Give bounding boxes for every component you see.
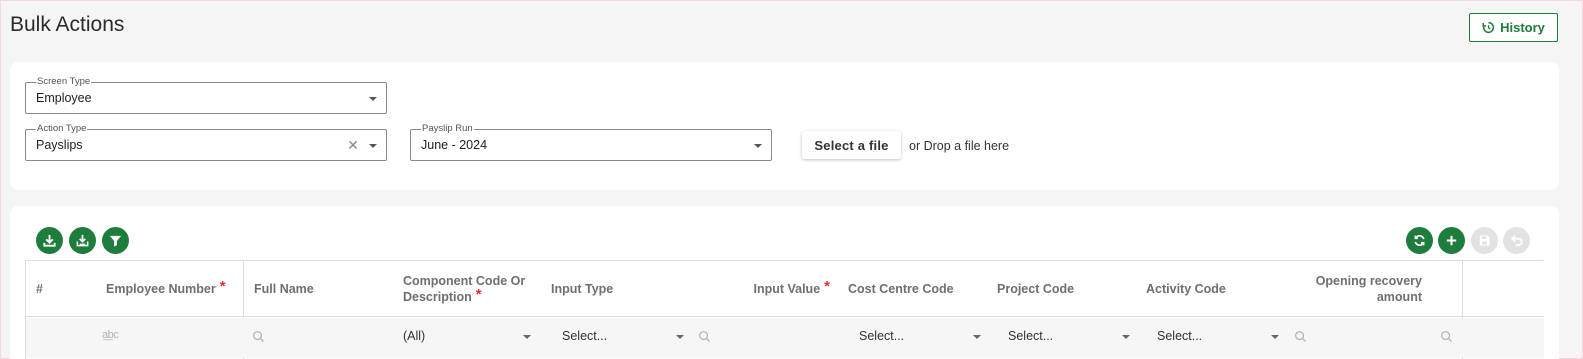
search-icon	[1295, 331, 1307, 343]
search-icon	[699, 331, 711, 343]
column-header-opening-recovery[interactable]: Opening recovery amount	[1296, 261, 1422, 317]
screen-type-select[interactable]: Screen Type Employee	[25, 76, 387, 114]
column-label: Cost Centre Code	[848, 282, 954, 296]
chevron-down-icon	[676, 335, 684, 339]
column-label: Input Type	[551, 282, 614, 296]
history-icon	[1482, 21, 1495, 34]
project-code-filter-select[interactable]: Select...	[1008, 318, 1130, 354]
component-filter-value: (All)	[403, 329, 426, 343]
filter-button[interactable]	[102, 227, 129, 254]
download-template-button[interactable]	[69, 227, 96, 254]
select-file-button[interactable]: Select a file	[802, 131, 901, 159]
required-marker: *	[219, 278, 226, 295]
drop-file-hint: or Drop a file here	[909, 139, 1010, 153]
action-type-label: Action Type	[36, 123, 88, 135]
history-button[interactable]: History	[1469, 13, 1558, 42]
save-button[interactable]	[1471, 227, 1498, 254]
grid-card: # Employee Number * Full Name Component C…	[10, 206, 1559, 359]
column-header-employee-number[interactable]: Employee Number *	[106, 261, 246, 317]
column-label: Project Code	[997, 282, 1075, 296]
chevron-down-icon	[523, 335, 531, 339]
activity-code-filter-value: Select...	[1157, 329, 1203, 343]
input-type-filter-value: Select...	[562, 329, 608, 343]
chevron-down-icon[interactable]	[754, 144, 762, 148]
cost-centre-filter-select[interactable]: Select...	[859, 318, 981, 354]
undo-button[interactable]	[1503, 227, 1530, 254]
column-header-cost-centre[interactable]: Cost Centre Code	[848, 261, 988, 317]
chevron-down-icon	[973, 335, 981, 339]
column-label: #	[36, 282, 43, 296]
refresh-button[interactable]	[1406, 227, 1433, 254]
add-icon	[1446, 235, 1457, 246]
grid-filter-row: a͟bc (All) Select... Select... Select...…	[26, 318, 1544, 358]
filter-icon	[109, 235, 122, 247]
bulk-data-grid: # Employee Number * Full Name Component C…	[25, 260, 1544, 359]
chevron-down-icon[interactable]	[369, 144, 377, 148]
column-header-activity-code[interactable]: Activity Code	[1146, 261, 1286, 317]
input-type-filter-select[interactable]: Select...	[562, 318, 684, 354]
column-header-index[interactable]: #	[36, 261, 76, 317]
save-icon	[1479, 235, 1490, 246]
column-label-wrap: Component Code Or Description *	[403, 273, 543, 305]
payslip-run-label: Payslip Run	[421, 123, 474, 135]
add-row-button[interactable]	[1438, 227, 1465, 254]
column-header-project-code[interactable]: Project Code	[997, 261, 1137, 317]
download-button[interactable]	[36, 227, 63, 254]
project-code-filter-value: Select...	[1008, 329, 1054, 343]
column-label: Input Value	[753, 282, 821, 296]
column-header-component[interactable]: Component Code Or Description *	[403, 261, 543, 317]
column-label: Activity Code	[1146, 282, 1226, 296]
column-header-input-value[interactable]: Input Value *	[690, 261, 830, 317]
payslip-run-select[interactable]: Payslip Run June - 2024	[410, 123, 772, 161]
screen-type-value: Employee	[36, 91, 92, 105]
column-header-full-name[interactable]: Full Name	[254, 261, 394, 317]
column-label: Employee Number	[106, 282, 216, 296]
history-label: History	[1500, 20, 1545, 35]
refresh-icon	[1414, 235, 1425, 246]
grid-header-row: # Employee Number * Full Name Component C…	[26, 261, 1544, 317]
payslip-run-value: June - 2024	[421, 138, 488, 152]
action-type-value: Payslips	[36, 138, 83, 152]
undo-icon	[1510, 235, 1523, 247]
bulk-action-form: Screen Type Employee Action Type Payslip…	[10, 62, 1559, 190]
activity-code-filter-select[interactable]: Select...	[1157, 318, 1279, 354]
column-header-input-type[interactable]: Input Type	[551, 261, 691, 317]
chevron-down-icon[interactable]	[369, 97, 377, 101]
cost-centre-filter-value: Select...	[859, 329, 905, 343]
column-label: Opening recovery amount	[1315, 274, 1422, 304]
action-type-select[interactable]: Action Type Payslips ✕	[25, 123, 387, 161]
required-marker: *	[824, 278, 830, 295]
required-marker: *	[475, 286, 482, 303]
page-title: Bulk Actions	[10, 13, 125, 36]
text-filter-icon[interactable]: a͟bc	[102, 329, 119, 341]
search-icon	[253, 331, 265, 343]
download-icon	[43, 234, 56, 247]
clear-icon[interactable]: ✕	[347, 138, 359, 152]
chevron-down-icon	[1122, 335, 1130, 339]
component-filter-select[interactable]: (All)	[403, 318, 533, 354]
search-icon	[1441, 331, 1453, 343]
download-template-icon	[76, 234, 89, 247]
column-label: Component Code Or Description	[403, 274, 526, 304]
chevron-down-icon	[1271, 335, 1279, 339]
column-label: Full Name	[254, 282, 314, 296]
screen-type-label: Screen Type	[36, 76, 92, 88]
